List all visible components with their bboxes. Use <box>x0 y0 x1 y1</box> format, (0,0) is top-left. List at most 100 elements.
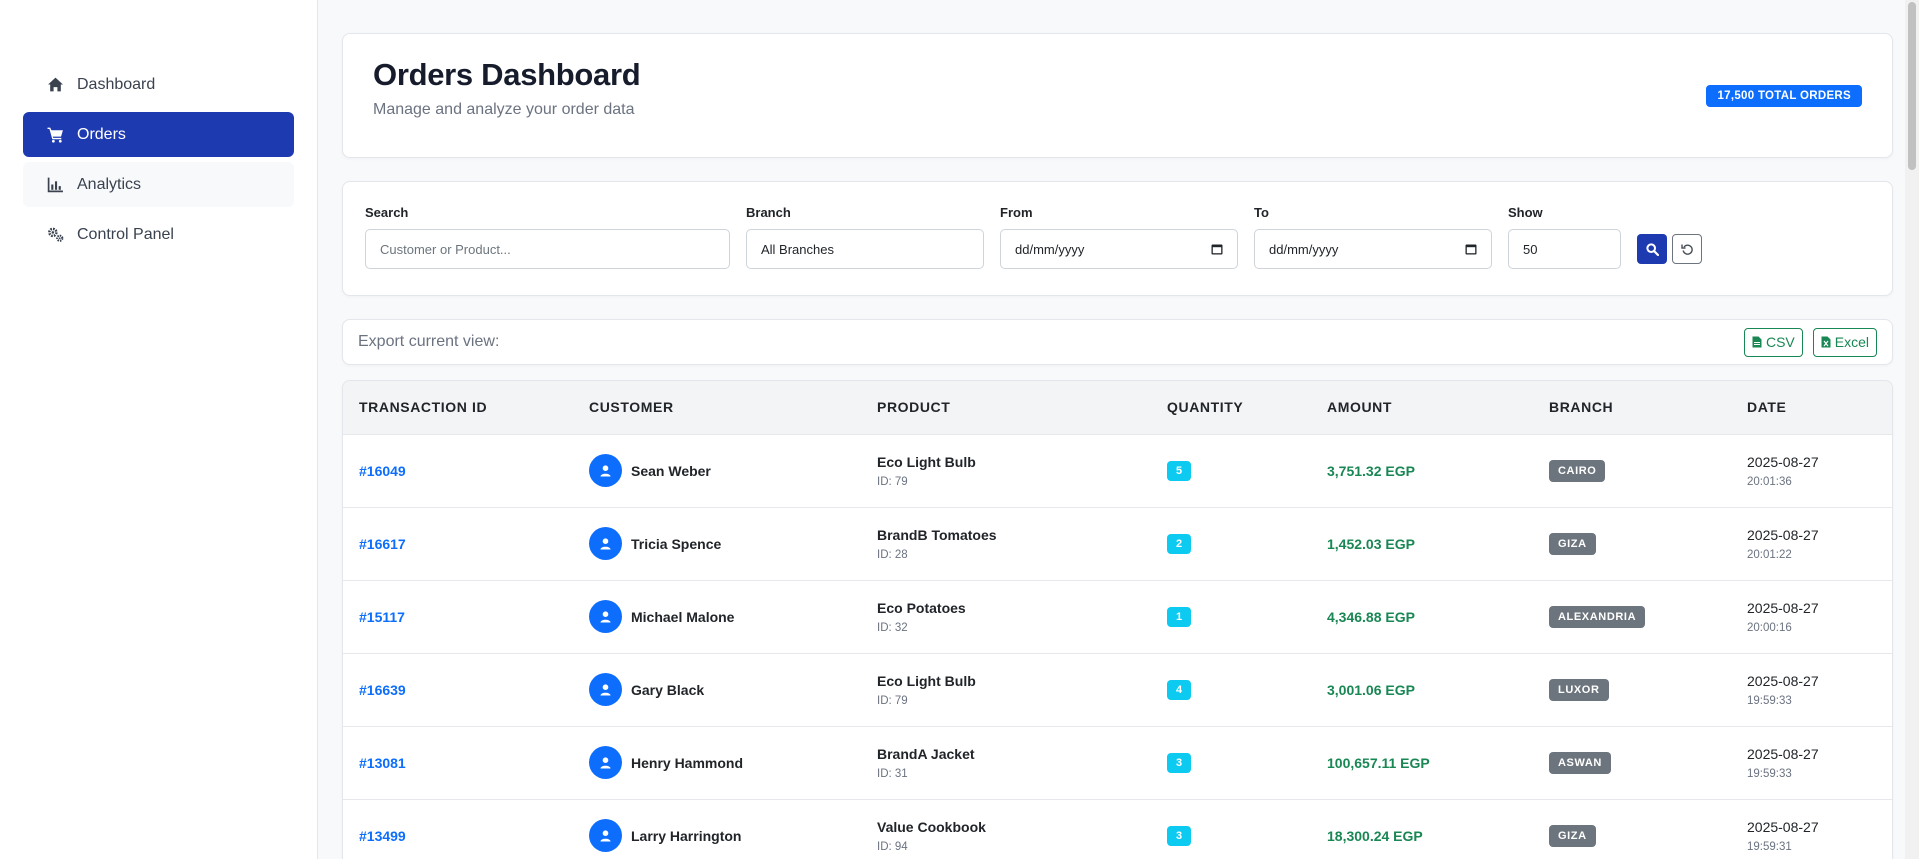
sidebar-item-analytics[interactable]: Analytics <box>23 162 294 207</box>
calendar-icon[interactable] <box>1211 243 1223 255</box>
product-name: Eco Light Bulb <box>877 453 976 470</box>
user-avatar-icon <box>589 819 622 853</box>
column-header-date[interactable]: Date <box>1731 381 1892 434</box>
date-cell: 2025-08-27 19:59:31 <box>1731 798 1892 859</box>
transaction-id-cell: #13081 <box>343 725 573 799</box>
column-header-quantity[interactable]: Quantity <box>1151 381 1311 434</box>
customer: Henry Hammond <box>589 746 845 779</box>
product-id: ID: 32 <box>877 621 908 634</box>
to-date-input[interactable]: dd/mm/yyyy <box>1254 229 1492 269</box>
search-button[interactable] <box>1637 234 1667 264</box>
table-row[interactable]: #13081 Henry Hammond BrandA Jacket ID: 31 3 1… <box>343 725 1892 799</box>
order-time: 19:59:31 <box>1747 840 1792 853</box>
user-avatar-icon <box>589 527 622 560</box>
product-cell: Eco Light Bulb ID: 79 <box>861 433 1151 507</box>
transaction-id-link[interactable]: #13081 <box>359 755 406 771</box>
gears-icon <box>45 226 65 244</box>
page-scrollbar[interactable] <box>1905 0 1919 859</box>
user-avatar-icon <box>589 746 622 779</box>
column-header-product[interactable]: Product <box>861 381 1151 434</box>
reset-button[interactable] <box>1672 234 1702 264</box>
amount-value: 100,657.11 EGP <box>1327 754 1430 771</box>
calendar-icon[interactable] <box>1465 243 1477 255</box>
order-time: 20:00:16 <box>1747 621 1792 634</box>
sidebar-item-label: Control Panel <box>77 225 174 243</box>
amount-value: 18,300.24 EGP <box>1327 827 1423 844</box>
transaction-id-link[interactable]: #16049 <box>359 463 406 479</box>
product-id: ID: 28 <box>877 548 908 561</box>
transaction-id-link[interactable]: #16617 <box>359 536 406 552</box>
quantity-badge: 3 <box>1167 752 1192 773</box>
transaction-id-link[interactable]: #15117 <box>359 609 405 625</box>
branch-cell: GIZA <box>1533 506 1731 580</box>
quantity-badge: 3 <box>1167 825 1192 846</box>
scrollbar-thumb[interactable] <box>1908 2 1916 170</box>
amount-cell: 4,346.88 EGP <box>1311 579 1533 653</box>
quantity-cell: 3 <box>1151 798 1311 859</box>
from-label: From <box>1000 205 1033 220</box>
branch-cell: ASWAN <box>1533 725 1731 799</box>
amount-cell: 3,001.06 EGP <box>1311 652 1533 726</box>
sidebar-item-dashboard[interactable]: Dashboard <box>23 62 294 107</box>
transaction-id-cell: #13499 <box>343 798 573 859</box>
transaction-id-cell: #16617 <box>343 506 573 580</box>
quantity-badge: 4 <box>1167 679 1192 700</box>
transaction-id-cell: #16639 <box>343 652 573 726</box>
sidebar: Dashboard Orders Analytics Control Panel <box>0 0 318 859</box>
column-header-customer[interactable]: Customer <box>573 381 861 434</box>
column-header-branch[interactable]: Branch <box>1533 381 1731 434</box>
from-date-input[interactable]: dd/mm/yyyy <box>1000 229 1238 269</box>
sidebar-item-orders[interactable]: Orders <box>23 112 294 157</box>
search-input[interactable]: Customer or Product... <box>365 229 730 269</box>
quantity-cell: 2 <box>1151 506 1311 580</box>
table-row[interactable]: #16639 Gary Black Eco Light Bulb ID: 79 4 3,0… <box>343 652 1892 726</box>
table-row[interactable]: #13499 Larry Harrington Value Cookbook ID: … <box>343 798 1892 859</box>
customer: Sean Weber <box>589 454 845 487</box>
customer: Tricia Spence <box>589 527 845 560</box>
product-name: Value Cookbook <box>877 818 986 835</box>
table-header-row: Transaction ID Customer Product Quantity… <box>343 381 1892 434</box>
customer-name: Henry Hammond <box>631 754 744 771</box>
amount-cell: 100,657.11 EGP <box>1311 725 1533 799</box>
transaction-id-link[interactable]: #13499 <box>359 828 406 844</box>
table-row[interactable]: #15117 Michael Malone Eco Potatoes ID: 32 1 4… <box>343 579 1892 653</box>
filter-actions <box>1637 229 1702 269</box>
page-header: Orders Dashboard Manage and analyze your… <box>342 33 1893 158</box>
search-icon <box>1645 242 1659 256</box>
from-date-value: dd/mm/yyyy <box>1015 241 1085 257</box>
product-cell: BrandA Jacket ID: 31 <box>861 725 1151 799</box>
from-group: From dd/mm/yyyy <box>1000 205 1238 269</box>
quantity-badge: 1 <box>1167 606 1192 627</box>
customer-cell: Henry Hammond <box>573 725 861 799</box>
amount-value: 3,001.06 EGP <box>1327 681 1415 698</box>
sidebar-item-control-panel[interactable]: Control Panel <box>23 212 294 257</box>
amount-value: 1,452.03 EGP <box>1327 535 1415 552</box>
branch-group: Branch All Branches <box>746 205 984 269</box>
amount-value: 4,346.88 EGP <box>1327 608 1415 625</box>
column-header-transaction-id[interactable]: Transaction ID <box>343 381 573 434</box>
table-row[interactable]: #16617 Tricia Spence BrandB Tomatoes ID: 28… <box>343 506 1892 580</box>
quantity-badge: 2 <box>1167 533 1192 554</box>
page-size-select[interactable]: 50 <box>1508 229 1621 269</box>
branch-badge: LUXOR <box>1549 678 1609 701</box>
search-group: Search Customer or Product... <box>365 205 730 269</box>
branch-cell: GIZA <box>1533 798 1731 859</box>
transaction-id-cell: #16049 <box>343 433 573 507</box>
order-date: 2025-08-27 <box>1747 526 1819 543</box>
amount-value: 3,751.32 EGP <box>1327 462 1415 479</box>
customer-name: Larry Harrington <box>631 827 742 844</box>
export-excel-button[interactable]: Excel <box>1812 327 1877 357</box>
order-date: 2025-08-27 <box>1747 599 1819 616</box>
transaction-id-link[interactable]: #16639 <box>359 682 406 698</box>
product-cell: Eco Potatoes ID: 32 <box>861 579 1151 653</box>
customer: Gary Black <box>589 673 845 706</box>
to-label: To <box>1254 205 1269 220</box>
quantity-cell: 3 <box>1151 725 1311 799</box>
quantity-cell: 5 <box>1151 433 1311 507</box>
order-time: 20:01:22 <box>1747 548 1792 561</box>
column-header-amount[interactable]: Amount <box>1311 381 1533 434</box>
branch-select[interactable]: All Branches <box>746 229 984 269</box>
branch-cell: CAIRO <box>1533 433 1731 507</box>
table-row[interactable]: #16049 Sean Weber Eco Light Bulb ID: 79 5 3,7… <box>343 433 1892 507</box>
export-csv-button[interactable]: CSV <box>1743 327 1803 357</box>
